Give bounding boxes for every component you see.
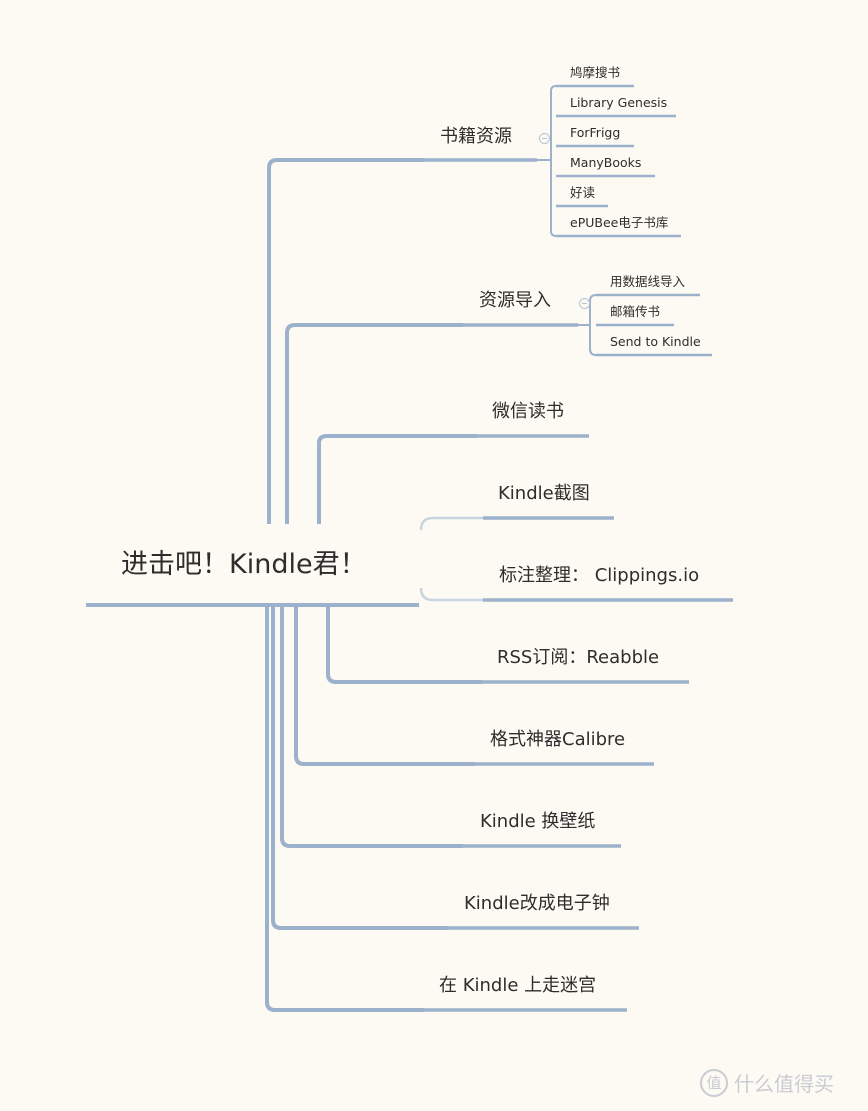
subtopic[interactable]: ManyBooks	[570, 156, 641, 170]
topic-bizhi[interactable]: Kindle 换壁纸	[480, 813, 595, 831]
collapse-toggle-icon[interactable]	[579, 298, 590, 309]
collapse-toggle-icon[interactable]	[539, 133, 550, 144]
topic-calibre[interactable]: 格式神器Calibre	[490, 731, 625, 749]
connector-bizhi	[280, 607, 463, 848]
topic-rss[interactable]: RSS订阅：Reabble	[497, 649, 659, 667]
topic-biaozhu[interactable]: 标注整理： Clippings.io	[499, 567, 699, 585]
connector-migong	[265, 607, 424, 1012]
connector-rss	[326, 607, 482, 684]
subtopic[interactable]: 用数据线导入	[610, 275, 685, 289]
topic-ziyuandaoru[interactable]: 资源导入	[479, 292, 551, 310]
bracket-shujiziyuan	[550, 85, 557, 237]
subtopic[interactable]: 好读	[570, 186, 595, 200]
connector-shujiziyuan	[267, 158, 424, 524]
connector-dianzizhong	[271, 607, 448, 930]
connector-ziyuandaoru	[285, 323, 463, 524]
topic-weixindushu[interactable]: 微信读书	[492, 403, 564, 421]
connector-calibre	[294, 607, 475, 766]
watermark: 值 什么值得买	[700, 1068, 834, 1097]
topic-dianzizhong[interactable]: Kindle改成电子钟	[464, 895, 610, 913]
watermark-logo-icon: 值	[700, 1068, 728, 1097]
subtopic[interactable]: ePUBee电子书库	[570, 216, 668, 230]
connector-weixindushu	[317, 434, 477, 524]
topic-shujiziyuan[interactable]: 书籍资源	[440, 128, 512, 146]
connector-kindle-jietu	[419, 516, 483, 531]
subtopic[interactable]: Library Genesis	[570, 96, 667, 110]
subtopic[interactable]: 邮箱传书	[610, 305, 660, 319]
connector-biaozhu	[419, 587, 483, 602]
topic-kindle-jietu[interactable]: Kindle截图	[498, 485, 590, 503]
root-topic[interactable]: 进击吧！Kindle君！	[121, 551, 367, 578]
watermark-text: 什么值得买	[734, 1072, 834, 1096]
topic-migong[interactable]: 在 Kindle 上走迷宫	[439, 977, 596, 995]
subtopic[interactable]: ForFrigg	[570, 126, 620, 140]
bracket-ziyuandaoru	[589, 294, 597, 356]
subtopic[interactable]: 鸠摩搜书	[570, 66, 620, 80]
subtopic[interactable]: Send to Kindle	[610, 335, 701, 349]
